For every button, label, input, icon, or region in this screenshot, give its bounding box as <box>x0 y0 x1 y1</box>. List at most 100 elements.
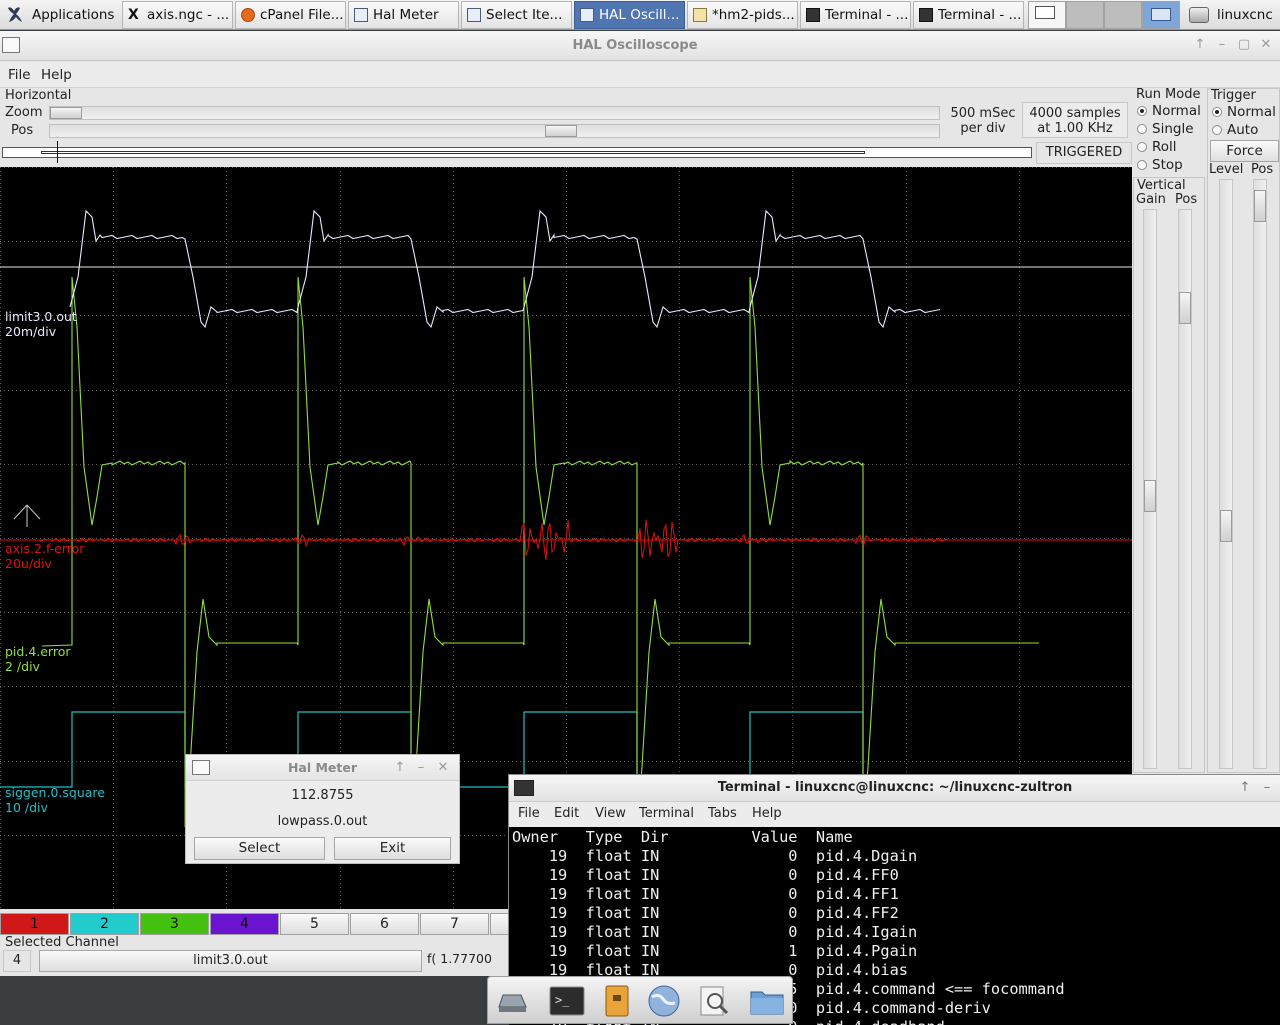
vertical-pos-slider[interactable] <box>1178 209 1192 769</box>
terminal-menu-tabs[interactable]: Tabs <box>708 806 737 821</box>
terminal-titlebar[interactable]: Terminal - linuxcnc@linuxcnc: ~/linuxcnc… <box>509 775 1280 802</box>
user-icon <box>1189 7 1209 23</box>
channel-button-1[interactable]: 1 <box>0 913 69 935</box>
run-mode-single[interactable]: Single <box>1137 121 1194 137</box>
channel-button-4[interactable]: 4 <box>210 913 279 935</box>
maximize-button[interactable]: ▢ <box>1236 37 1252 53</box>
task-hal-oscilloscope[interactable]: HAL Oscill... <box>574 1 685 29</box>
applications-menu[interactable]: Applications <box>0 1 120 29</box>
channel-button-7[interactable]: 7 <box>420 913 489 935</box>
radio-label: Stop <box>1152 157 1183 173</box>
run-mode-stop[interactable]: Stop <box>1137 157 1183 173</box>
search-icon[interactable] <box>695 983 733 1019</box>
channel-label-f-error: axis.2.f-error 20u/div <box>5 541 84 571</box>
vertical-pos-slider-thumb[interactable] <box>1179 292 1191 324</box>
minimize-button[interactable]: – <box>413 760 429 776</box>
gain-slider[interactable] <box>1143 209 1157 769</box>
workspace-1[interactable] <box>1028 1 1066 29</box>
drive-icon[interactable] <box>493 983 531 1019</box>
channel-button-3[interactable]: 3 <box>140 913 209 935</box>
task-hal-meter[interactable]: Hal Meter <box>348 1 459 29</box>
shade-button[interactable]: ↑ <box>392 760 408 776</box>
task-cpanel[interactable]: cPanel File... <box>235 1 346 29</box>
terminal-menu-view[interactable]: View <box>595 806 626 821</box>
workspace-4[interactable] <box>1142 1 1180 29</box>
window-icon <box>354 8 368 22</box>
task-hm2-pids[interactable]: *hm2-pids... <box>687 1 798 29</box>
trigger-mode-normal[interactable]: Normal <box>1212 104 1276 120</box>
terminal-icon[interactable]: >_ <box>548 983 586 1019</box>
radio-indicator <box>1137 124 1147 134</box>
pos-slider-thumb[interactable] <box>545 125 577 137</box>
terminal-icon <box>919 8 933 22</box>
minimize-button[interactable]: – <box>1259 780 1275 796</box>
trigger-arrow-icon <box>13 504 41 527</box>
horizontal-group: Horizontal Zoom Pos 500 mSec per div 400… <box>0 88 1132 166</box>
vertical-label: Vertical <box>1137 178 1186 193</box>
browser-icon[interactable] <box>645 983 683 1019</box>
terminal-menu-help[interactable]: Help <box>752 806 782 821</box>
terminal-menu-file[interactable]: File <box>518 806 540 821</box>
radio-indicator <box>1212 125 1222 135</box>
close-button[interactable]: ✕ <box>435 760 451 776</box>
run-mode-normal[interactable]: Normal <box>1137 103 1201 119</box>
shade-button[interactable]: ↑ <box>1192 37 1208 53</box>
zoom-slider[interactable] <box>49 106 940 120</box>
terminal-icon <box>806 8 820 22</box>
hal-meter-titlebar[interactable]: Hal Meter ↑ – ✕ <box>186 755 459 781</box>
menu-help[interactable]: Help <box>41 67 72 83</box>
task-label: cPanel File... <box>260 7 344 23</box>
channel-button-label: 5 <box>310 916 319 932</box>
task-axis[interactable]: Xaxis.ngc - ... <box>122 1 233 29</box>
gain-slider-thumb[interactable] <box>1144 480 1156 512</box>
channel-button-2[interactable]: 2 <box>70 913 139 935</box>
radio-label: Auto <box>1227 122 1259 138</box>
terminal-menu-terminal[interactable]: Terminal <box>639 806 694 821</box>
task-label: HAL Oscill... <box>599 7 680 23</box>
pos-slider[interactable] <box>49 124 940 138</box>
menubar: File Help <box>0 62 1280 88</box>
selected-channel-name-button[interactable]: limit3.0.out <box>39 950 422 972</box>
channel-label-siggen: siggen.0.square 10 /div <box>5 785 105 815</box>
terminal-menu-edit[interactable]: Edit <box>554 806 579 821</box>
channel-label-pid-error: pid.4.error 2 /div <box>5 644 71 674</box>
timebase-readout: 500 mSec per div <box>950 106 1016 136</box>
channel-button-5[interactable]: 5 <box>280 913 349 935</box>
task-terminal-2[interactable]: Terminal - ... <box>913 1 1024 29</box>
zoom-slider-thumb[interactable] <box>50 107 82 119</box>
firefox-icon <box>241 8 255 22</box>
minimize-button[interactable]: – <box>1214 37 1230 53</box>
channel-button-8[interactable] <box>490 913 510 935</box>
folder-icon[interactable] <box>748 983 786 1019</box>
select-button[interactable]: Select <box>194 837 325 860</box>
task-select[interactable]: Select Ite... <box>461 1 572 29</box>
window-titlebar[interactable]: HAL Oscilloscope ↑ – ▢ ✕ <box>0 31 1280 61</box>
workspace-3[interactable] <box>1104 1 1142 29</box>
menu-file[interactable]: File <box>8 67 31 83</box>
trigger-pos-slider[interactable] <box>1253 179 1267 769</box>
channel-button-6[interactable]: 6 <box>350 913 419 935</box>
workspace-2[interactable] <box>1066 1 1104 29</box>
button-label: Select <box>238 840 281 856</box>
user-menu[interactable]: linuxcnc <box>1184 1 1280 29</box>
window-icon <box>467 8 481 22</box>
archive-icon[interactable] <box>598 983 636 1019</box>
trigger-label: Trigger <box>1211 88 1256 103</box>
record-window-indicator <box>41 151 865 154</box>
button-label: Exit <box>379 840 406 856</box>
close-button[interactable]: ✕ <box>1258 37 1274 53</box>
shade-button[interactable]: ↑ <box>1237 780 1253 796</box>
samples-button[interactable]: 4000 samples at 1.00 KHz <box>1022 102 1128 138</box>
workspace-window-thumb <box>1151 8 1171 21</box>
trigger-level-slider[interactable] <box>1219 179 1233 769</box>
hal-meter-window: Hal Meter ↑ – ✕ 112.8755 lowpass.0.out S… <box>185 754 460 864</box>
trigger-mode-auto[interactable]: Auto <box>1212 122 1258 138</box>
force-button[interactable]: Force <box>1210 140 1279 162</box>
run-mode-roll[interactable]: Roll <box>1137 139 1177 155</box>
radio-indicator <box>1137 160 1147 170</box>
exit-button[interactable]: Exit <box>334 837 451 860</box>
trigger-pos-slider-thumb[interactable] <box>1254 190 1266 222</box>
run-mode-label: Run Mode <box>1136 87 1201 102</box>
task-terminal-1[interactable]: Terminal - ... <box>800 1 911 29</box>
trigger-level-slider-thumb[interactable] <box>1220 510 1232 542</box>
